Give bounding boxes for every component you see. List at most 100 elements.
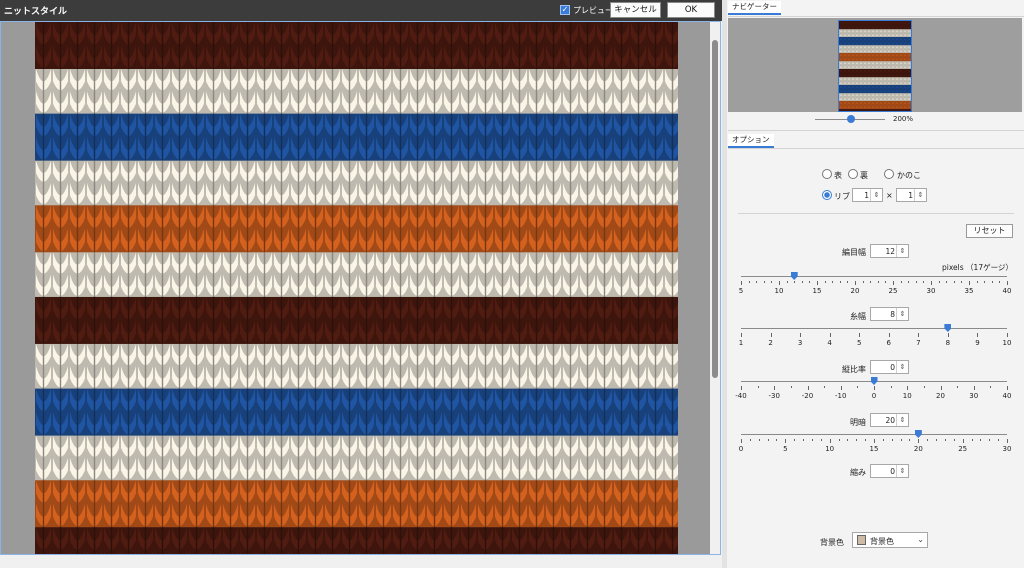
slider-tick-label: 3 [797, 339, 803, 347]
slider-tick-label: 35 [964, 287, 974, 295]
tab-navigator[interactable]: ナビゲーター [728, 1, 781, 15]
slider-tick-label: 25 [958, 445, 968, 453]
spin-arrows-icon[interactable]: ⇕ [896, 361, 908, 373]
knit-band-cream [35, 252, 678, 298]
knit-band-cream [35, 343, 678, 390]
background-color-select-value: 背景色 [870, 537, 894, 546]
slider-tick [840, 386, 842, 390]
slider-tick [891, 439, 893, 441]
slider-tick-label: 40 [1002, 287, 1012, 295]
ok-button[interactable]: OK [667, 2, 715, 18]
title-bar: ニットスタイル ✓ プレビュー キャンセル OK [0, 0, 722, 21]
slider-tick-label: -30 [768, 392, 780, 400]
slider-tick [748, 281, 750, 283]
status-strip [0, 556, 722, 568]
aspect-ratio-stepper[interactable]: 0 ⇕ [870, 360, 909, 374]
stitch-width-stepper[interactable]: 12 ⇕ [870, 244, 909, 258]
background-color-label: 背景色 [820, 538, 844, 547]
slider-tick-label: -20 [801, 392, 814, 400]
contrast-label: 明暗 [850, 418, 866, 427]
navigator-thumbnail[interactable] [838, 20, 912, 112]
radio-knit-label[interactable]: 表 [834, 170, 842, 181]
slider-tick [918, 439, 920, 443]
knit-band-cream [839, 93, 911, 102]
slider-tick-label: 6 [886, 339, 891, 347]
slider-tick [953, 281, 955, 283]
contrast-slider-track[interactable] [741, 434, 1007, 435]
vertical-scrollbar-thumb[interactable] [712, 40, 718, 378]
slider-tick-label: 20 [850, 287, 860, 295]
knit-band-orange [839, 52, 911, 63]
slider-tick [874, 439, 875, 443]
yarn-width-stepper[interactable]: 8 ⇕ [870, 307, 909, 321]
spin-arrows-icon[interactable]: ⇕ [896, 414, 908, 426]
slider-tick [847, 439, 849, 441]
navigator-thumbnail-image [839, 21, 911, 111]
slider-tick [977, 333, 979, 337]
preview-canvas-frame[interactable] [0, 21, 721, 555]
spin-arrows-icon[interactable]: ⇕ [896, 308, 908, 320]
slider-tick [771, 281, 773, 283]
slider-tick-label: 10 [902, 392, 912, 400]
slider-tick [961, 281, 963, 283]
radio-moss[interactable] [884, 169, 894, 179]
knit-band-dark-brown [839, 109, 911, 111]
aspect-ratio-label: 縦比率 [842, 365, 866, 374]
slider-tick [900, 281, 902, 283]
slider-tick [944, 439, 946, 441]
slider-tick-label: 9 [975, 339, 980, 347]
slider-tick-label: 30 [1002, 445, 1012, 453]
slider-tick-label: 25 [888, 287, 898, 295]
radio-knit[interactable] [822, 169, 832, 179]
radio-rib-label[interactable]: リブ [834, 191, 850, 202]
radio-rib[interactable] [822, 190, 832, 200]
rib-b-stepper[interactable]: 1 ⇕ [896, 188, 927, 202]
slider-tick [767, 439, 769, 441]
stitch-width-unit: pixels （17ゲージ） [942, 263, 1013, 272]
radio-purl-label[interactable]: 裏 [860, 170, 868, 181]
slider-tick [900, 439, 902, 441]
slider-tick-label: 4 [827, 339, 832, 347]
aspect-ratio-value: 0 [890, 363, 895, 372]
preview-checkbox[interactable]: ✓ [560, 5, 570, 15]
slider-tick [909, 439, 911, 441]
slider-tick [976, 281, 978, 283]
stitch-width-slider-track[interactable] [741, 276, 1007, 277]
slider-tick [839, 281, 841, 283]
slider-tick [938, 281, 940, 283]
spin-arrows-icon[interactable]: ⇕ [870, 189, 882, 201]
spin-arrows-icon[interactable]: ⇕ [914, 189, 926, 201]
slider-tick-label: 15 [812, 287, 822, 295]
knit-band-dark-brown [839, 68, 911, 79]
knit-band-cream [35, 435, 678, 482]
slider-tick-label: -10 [835, 392, 847, 400]
contrast-stepper[interactable]: 20 ⇕ [870, 413, 909, 427]
spin-arrows-icon[interactable]: ⇕ [896, 465, 908, 477]
spin-arrows-icon[interactable]: ⇕ [896, 245, 908, 257]
slider-tick [829, 439, 831, 443]
slider-tick-label: 5 [783, 445, 788, 453]
background-color-select[interactable]: 背景色 ⌄ [852, 532, 928, 548]
tab-options[interactable]: オプション [728, 134, 774, 148]
slider-tick [953, 439, 955, 441]
slider-tick [824, 281, 826, 283]
slider-tick [770, 333, 772, 337]
slider-tick [741, 281, 742, 285]
slider-tick [856, 439, 858, 441]
shrink-stepper[interactable]: 0 ⇕ [870, 464, 909, 478]
preview-label[interactable]: プレビュー [573, 5, 613, 16]
divider [738, 213, 1014, 214]
radio-purl[interactable] [848, 169, 858, 179]
yarn-width-value: 8 [890, 310, 895, 319]
radio-moss-label[interactable]: かのこ [897, 170, 921, 181]
yarn-width-slider-track[interactable] [741, 328, 1007, 329]
cancel-button[interactable]: キャンセル [610, 2, 661, 18]
slider-tick [940, 386, 942, 390]
slider-tick [741, 333, 742, 337]
knit-band-dark-brown [35, 22, 678, 70]
slider-tick-label: 30 [969, 392, 979, 400]
knit-band-cream [839, 77, 911, 86]
rib-a-stepper[interactable]: 1 ⇕ [852, 188, 883, 202]
reset-button[interactable]: リセット [966, 224, 1013, 238]
zoom-level: 200% [893, 115, 914, 123]
